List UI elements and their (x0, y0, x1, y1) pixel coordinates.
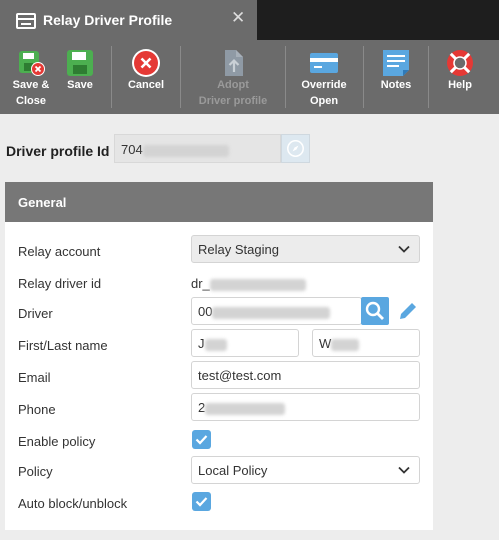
driver-profile-id-label: Driver profile Id (6, 143, 110, 159)
search-icon (365, 301, 384, 320)
driver-field[interactable]: 00 (191, 297, 362, 325)
chevron-down-icon (398, 245, 410, 253)
help-button[interactable]: Help (440, 40, 480, 114)
profile-card-icon (16, 13, 36, 29)
compass-button[interactable] (281, 134, 310, 163)
redacted-value (212, 306, 331, 319)
toolbar-divider (428, 46, 429, 108)
email-label: Email (18, 370, 51, 385)
checkmark-icon (195, 435, 208, 445)
override-open-button[interactable]: Override Open (296, 40, 352, 114)
override-label: Override Open (301, 79, 347, 107)
first-last-name-label: First/Last name (18, 338, 108, 353)
first-name-value: J (198, 336, 205, 351)
first-name-field[interactable]: J (191, 329, 299, 357)
credit-card-icon (310, 53, 338, 73)
auto-block-label: Auto block/unblock (18, 496, 128, 511)
chevron-down-icon (398, 466, 410, 474)
close-icon[interactable]: ✕ (231, 8, 245, 28)
redacted-value (331, 338, 360, 351)
save-icon (67, 50, 93, 76)
save-close-icon (19, 51, 45, 76)
driver-search-button[interactable] (361, 297, 389, 325)
toolbar-divider (180, 46, 181, 108)
auto-block-checkbox[interactable] (192, 492, 211, 511)
toolbar-divider (285, 46, 286, 108)
policy-label: Policy (18, 464, 53, 479)
enable-policy-label: Enable policy (18, 434, 96, 449)
save-button[interactable]: Save (60, 40, 100, 114)
toolbar-divider (363, 46, 364, 108)
relay-driver-id-value: dr_ (191, 276, 306, 291)
driver-label: Driver (18, 306, 53, 321)
redacted-value (209, 278, 306, 291)
policy-select[interactable]: Local Policy (191, 456, 420, 484)
window-title: Relay Driver Profile (43, 12, 173, 28)
email-field[interactable]: test@test.com (191, 361, 420, 389)
email-value: test@test.com (198, 368, 282, 383)
phone-value: 2 (198, 400, 206, 415)
cancel-button[interactable]: Cancel (122, 40, 170, 114)
policy-value: Local Policy (198, 463, 268, 478)
upload-file-icon (225, 50, 243, 76)
last-name-field[interactable]: W (312, 329, 420, 357)
pencil-icon[interactable] (396, 299, 420, 323)
relay-account-value: Relay Staging (198, 242, 279, 257)
phone-field[interactable]: 2 (191, 393, 420, 421)
notes-button[interactable]: Notes (374, 40, 418, 114)
notes-icon (383, 50, 409, 76)
phone-label: Phone (18, 402, 56, 417)
compass-icon (287, 140, 304, 157)
checkmark-icon (195, 497, 208, 507)
adopt-driver-profile-button[interactable]: Adopt Driver profile (190, 40, 276, 114)
cancel-label: Cancel (127, 79, 165, 91)
toolbar: Save & Close Save Cancel Adopt Driver pr… (0, 40, 499, 114)
driver-profile-id-field[interactable]: 704 (114, 134, 281, 163)
last-name-value: W (319, 336, 332, 351)
relay-driver-id-label: Relay driver id (18, 276, 102, 291)
redacted-value (204, 338, 227, 351)
relay-account-label: Relay account (18, 244, 101, 259)
toolbar-divider (111, 46, 112, 108)
notes-label: Notes (380, 79, 412, 91)
redacted-value (205, 402, 286, 415)
cancel-icon (132, 49, 160, 77)
enable-policy-checkbox[interactable] (192, 430, 211, 449)
adopt-label: Adopt Driver profile (198, 79, 268, 107)
help-label: Help (448, 79, 472, 91)
relay-driver-id-prefix: dr_ (191, 276, 210, 291)
save-close-label: Save & Close (12, 79, 50, 107)
general-title: General (18, 195, 67, 210)
general-panel-header: General (5, 182, 433, 222)
relay-account-select[interactable]: Relay Staging (191, 235, 420, 263)
redacted-value (142, 144, 229, 157)
lifebuoy-icon (447, 50, 473, 76)
save-label: Save (67, 79, 93, 91)
window-tab[interactable]: Relay Driver Profile ✕ (0, 0, 257, 40)
title-bar: Relay Driver Profile ✕ (0, 0, 499, 40)
driver-profile-id-value: 704 (121, 142, 143, 157)
driver-value: 00 (198, 304, 213, 319)
save-close-button[interactable]: Save & Close (4, 40, 58, 114)
general-panel: General Relay account Relay Staging Rela… (5, 182, 433, 530)
